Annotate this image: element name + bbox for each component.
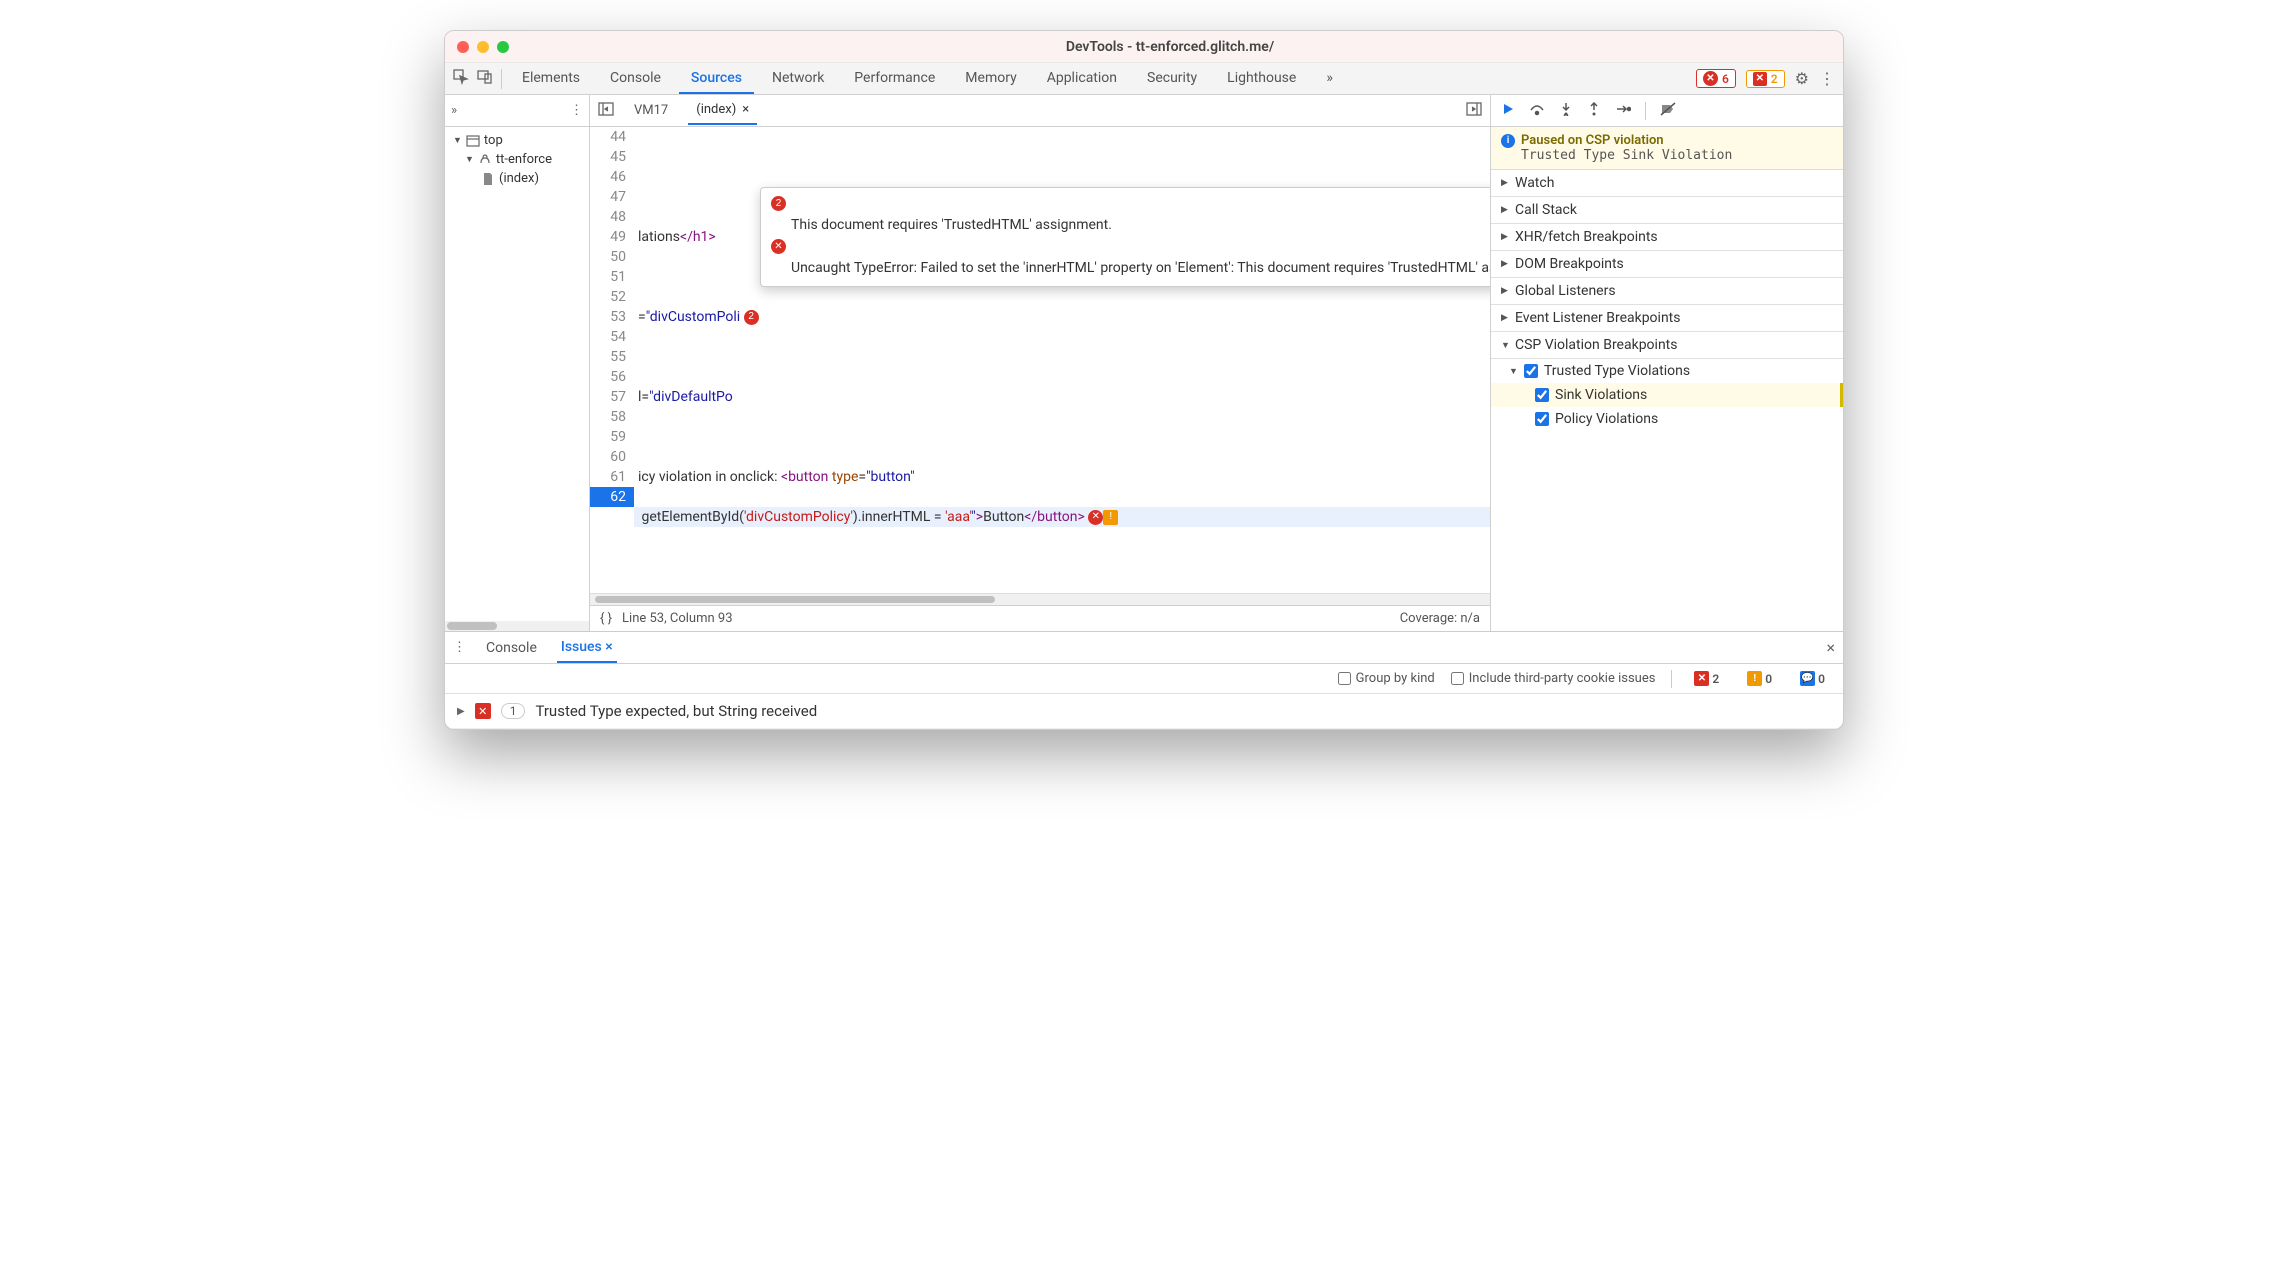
- editor-panel: VM17 (index) × 4445464748495051525354555…: [590, 95, 1491, 631]
- window-controls: [457, 41, 509, 53]
- filter-group-by-kind[interactable]: Group by kind: [1338, 671, 1435, 686]
- tab-security[interactable]: Security: [1135, 64, 1209, 94]
- error-counter[interactable]: ✕6: [1696, 69, 1736, 88]
- cursor-position: Line 53, Column 93: [622, 611, 732, 626]
- issues-warn-count: !0: [1741, 670, 1778, 687]
- section-callstack[interactable]: Call Stack: [1491, 197, 1843, 224]
- toggle-debugger-icon[interactable]: [1466, 102, 1482, 120]
- inspect-element-icon[interactable]: [453, 69, 469, 89]
- checkbox-trusted-type[interactable]: [1524, 364, 1538, 378]
- device-toolbar-icon[interactable]: [477, 69, 493, 89]
- main-toolbar: Elements Console Sources Network Perform…: [445, 63, 1843, 95]
- navigator-scrollbar[interactable]: [445, 621, 589, 631]
- section-global[interactable]: Global Listeners: [1491, 278, 1843, 305]
- error-badge-icon[interactable]: 2: [744, 310, 759, 325]
- file-tab-vm17[interactable]: VM17: [626, 97, 676, 124]
- warning-counter[interactable]: ✕2: [1746, 70, 1785, 88]
- file-tab-index[interactable]: (index) ×: [688, 96, 757, 125]
- tree-top-frame[interactable]: ▼ top: [445, 131, 589, 150]
- close-tab-icon[interactable]: ×: [742, 102, 749, 117]
- settings-icon[interactable]: ⚙: [1795, 69, 1809, 88]
- paused-message: iPaused on CSP violation Trusted Type Si…: [1491, 127, 1843, 170]
- section-watch[interactable]: Watch: [1491, 170, 1843, 197]
- line-gutter: 44454647484950515253545556575859606162: [590, 127, 634, 593]
- maximize-window-button[interactable]: [497, 41, 509, 53]
- titlebar: DevTools - tt-enforced.glitch.me/: [445, 31, 1843, 63]
- issues-info-count: 💬0: [1794, 670, 1831, 687]
- editor-status-bar: { } Line 53, Column 93 Coverage: n/a: [590, 605, 1490, 631]
- drawer: ⋮ Console Issues × × Group by kind Inclu…: [445, 631, 1843, 729]
- code-editor[interactable]: 44454647484950515253545556575859606162 l…: [590, 127, 1490, 593]
- debugger-panel: iPaused on CSP violation Trusted Type Si…: [1491, 95, 1843, 631]
- error-tooltip: 2 This document requires 'TrustedHTML' a…: [760, 187, 1490, 287]
- close-window-button[interactable]: [457, 41, 469, 53]
- close-drawer-icon[interactable]: ×: [1826, 638, 1835, 657]
- debugger-toolbar: [1491, 95, 1843, 127]
- line-warning-icon[interactable]: !: [1103, 510, 1118, 525]
- navigator-panel: » ⋮ ▼ top ▼ tt-enforce (index): [445, 95, 590, 631]
- pretty-print-icon[interactable]: { }: [600, 611, 612, 626]
- tree-file-index[interactable]: (index): [445, 169, 589, 188]
- drawer-menu-icon[interactable]: ⋮: [453, 640, 466, 655]
- filter-third-party[interactable]: Include third-party cookie issues: [1451, 671, 1656, 686]
- coverage-status: Coverage: n/a: [1400, 611, 1480, 626]
- checkbox-sink[interactable]: [1535, 388, 1549, 402]
- resume-icon[interactable]: [1499, 102, 1515, 120]
- drawer-tab-console[interactable]: Console: [482, 634, 541, 662]
- tab-elements[interactable]: Elements: [510, 64, 592, 94]
- tooltip-message: This document requires 'TrustedHTML' ass…: [791, 215, 1112, 235]
- tab-network[interactable]: Network: [760, 64, 836, 94]
- csp-policy-violations[interactable]: Policy Violations: [1491, 407, 1843, 431]
- navigator-menu-icon[interactable]: ⋮: [570, 103, 583, 118]
- csp-trusted-type[interactable]: ▼ Trusted Type Violations: [1491, 359, 1843, 383]
- step-over-icon[interactable]: [1529, 102, 1545, 120]
- deactivate-breakpoints-icon[interactable]: [1660, 102, 1676, 120]
- section-event[interactable]: Event Listener Breakpoints: [1491, 305, 1843, 332]
- tab-memory[interactable]: Memory: [953, 64, 1028, 94]
- tab-sources[interactable]: Sources: [679, 64, 754, 94]
- issue-row[interactable]: ▶ ✕ 1 Trusted Type expected, but String …: [445, 694, 1843, 729]
- step-out-icon[interactable]: [1587, 102, 1601, 120]
- info-icon: i: [1501, 134, 1515, 148]
- tooltip-message: Uncaught TypeError: Failed to set the 'i…: [791, 258, 1490, 278]
- section-csp[interactable]: CSP Violation Breakpoints: [1491, 332, 1843, 359]
- csp-sink-violations[interactable]: Sink Violations: [1491, 383, 1843, 407]
- more-tabs-icon[interactable]: »: [1314, 64, 1345, 94]
- devtools-window: DevTools - tt-enforced.glitch.me/ Elemen…: [444, 30, 1844, 730]
- editor-scrollbar[interactable]: [590, 593, 1490, 605]
- more-options-icon[interactable]: ⋮: [1819, 69, 1835, 88]
- checkbox-policy[interactable]: [1535, 412, 1549, 426]
- tab-application[interactable]: Application: [1035, 64, 1129, 94]
- drawer-tab-issues[interactable]: Issues ×: [557, 633, 617, 663]
- file-tree: ▼ top ▼ tt-enforce (index): [445, 127, 589, 192]
- panel-tabs: Elements Console Sources Network Perform…: [510, 64, 1696, 94]
- tab-lighthouse[interactable]: Lighthouse: [1215, 64, 1308, 94]
- tab-performance[interactable]: Performance: [842, 64, 947, 94]
- section-xhr[interactable]: XHR/fetch Breakpoints: [1491, 224, 1843, 251]
- step-into-icon[interactable]: [1559, 102, 1573, 120]
- issue-count: 1: [501, 703, 526, 719]
- issue-error-icon: ✕: [475, 703, 491, 719]
- line-error-icon[interactable]: ✕: [1088, 510, 1103, 525]
- window-title: DevTools - tt-enforced.glitch.me/: [509, 39, 1831, 55]
- issues-error-count: ✕2: [1688, 670, 1725, 687]
- navigator-more-icon[interactable]: »: [451, 103, 457, 118]
- minimize-window-button[interactable]: [477, 41, 489, 53]
- toggle-navigator-icon[interactable]: [598, 102, 614, 120]
- issue-text: Trusted Type expected, but String receiv…: [535, 702, 817, 720]
- tooltip-error-icon: ✕: [771, 239, 786, 254]
- tooltip-count-icon: 2: [771, 196, 786, 211]
- close-drawer-tab-icon[interactable]: ×: [605, 639, 612, 655]
- section-dom[interactable]: DOM Breakpoints: [1491, 251, 1843, 278]
- tree-origin[interactable]: ▼ tt-enforce: [445, 150, 589, 169]
- step-icon[interactable]: [1615, 102, 1631, 120]
- tab-console[interactable]: Console: [598, 64, 673, 94]
